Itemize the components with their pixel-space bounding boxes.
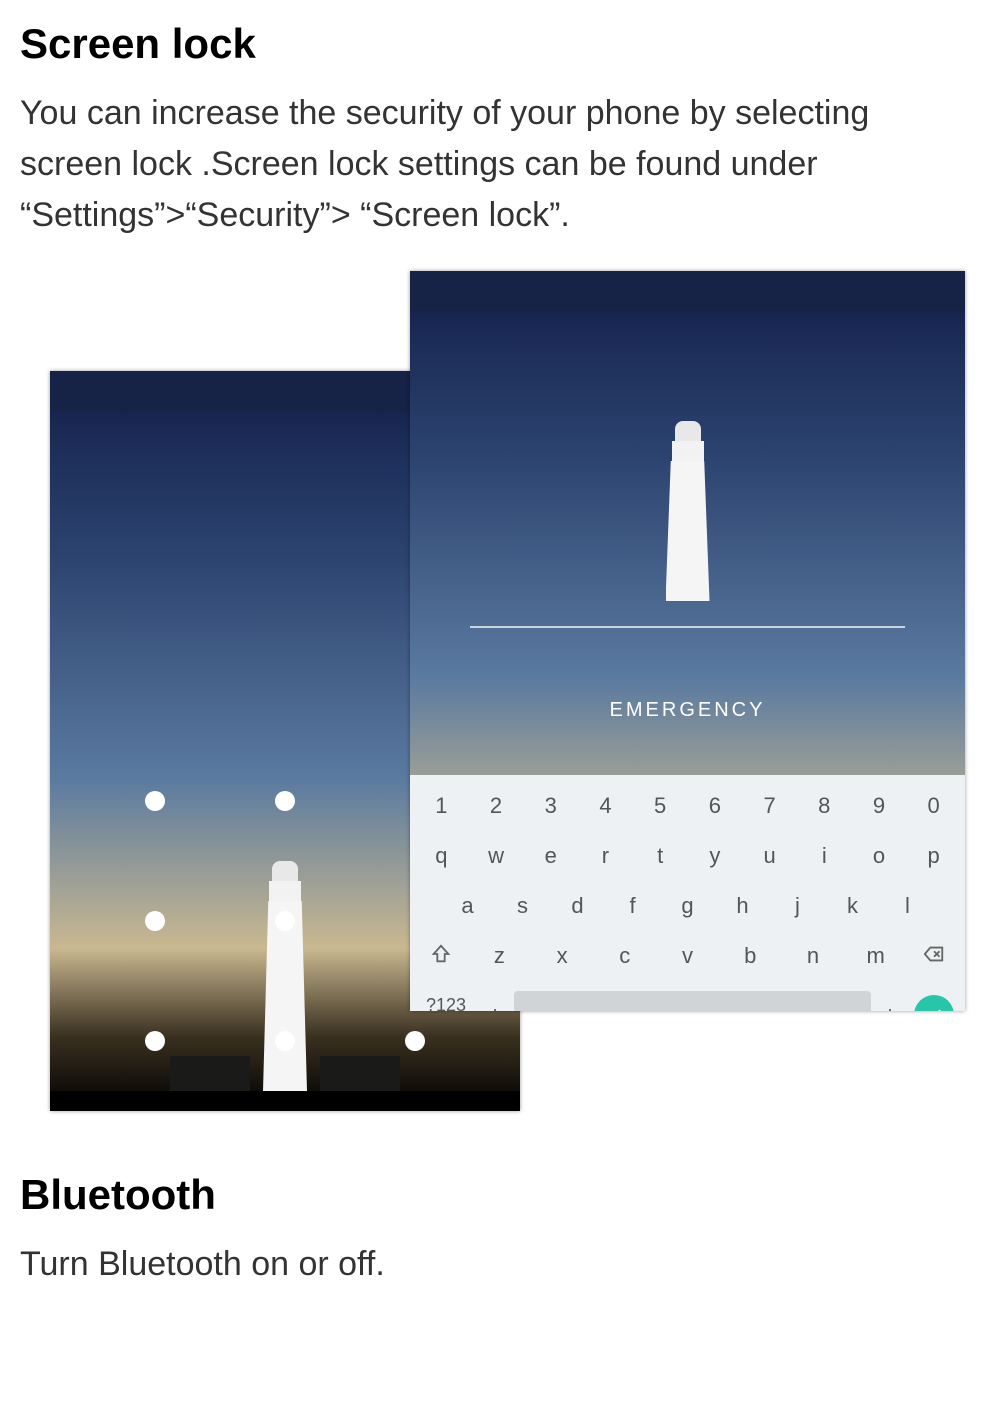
spacebar-key[interactable] [514, 991, 871, 1011]
key-c[interactable]: c [595, 935, 654, 979]
screen-lock-heading: Screen lock [20, 20, 961, 68]
key-s[interactable]: s [497, 885, 548, 927]
symbols-key[interactable]: ?123 [416, 987, 476, 1011]
backspace-key[interactable] [909, 935, 959, 979]
pattern-dot[interactable] [275, 911, 295, 931]
key-g[interactable]: g [662, 885, 713, 927]
key-y[interactable]: y [690, 835, 741, 877]
key-a[interactable]: a [442, 885, 493, 927]
key-i[interactable]: i [799, 835, 850, 877]
key-n[interactable]: n [784, 935, 843, 979]
keyboard-row-mid: a s d f g h j k l [416, 885, 959, 927]
key-l[interactable]: l [882, 885, 933, 927]
key-k[interactable]: k [827, 885, 878, 927]
comma-key[interactable]: , [480, 987, 510, 1011]
key-5[interactable]: 5 [635, 785, 686, 827]
pattern-dot[interactable] [275, 791, 295, 811]
building-graphic [320, 1056, 400, 1096]
key-v[interactable]: v [658, 935, 717, 979]
password-input[interactable] [470, 626, 905, 628]
password-lock-screenshot: EMERGENCY 1 2 3 4 5 6 7 8 9 0 q w [410, 271, 965, 1011]
key-4[interactable]: 4 [580, 785, 631, 827]
key-x[interactable]: x [533, 935, 592, 979]
key-8[interactable]: 8 [799, 785, 850, 827]
key-6[interactable]: 6 [690, 785, 741, 827]
pattern-dot[interactable] [145, 911, 165, 931]
pattern-dot[interactable] [405, 1031, 425, 1051]
keyboard-row-bottom: ?123 , . [416, 987, 959, 1011]
key-b[interactable]: b [721, 935, 780, 979]
key-t[interactable]: t [635, 835, 686, 877]
key-7[interactable]: 7 [744, 785, 795, 827]
screen-lock-screenshots: EMERGENCY EMERGENCY 1 2 3 4 5 6 [20, 271, 961, 1141]
key-3[interactable]: 3 [525, 785, 576, 827]
period-key[interactable]: . [875, 987, 905, 1011]
key-2[interactable]: 2 [471, 785, 522, 827]
key-1[interactable]: 1 [416, 785, 467, 827]
key-0[interactable]: 0 [908, 785, 959, 827]
pattern-dot[interactable] [275, 1031, 295, 1051]
key-m[interactable]: m [846, 935, 905, 979]
screen-lock-description: You can increase the security of your ph… [20, 88, 961, 241]
key-o[interactable]: o [854, 835, 905, 877]
checkmark-icon [914, 995, 954, 1011]
building-graphic [170, 1056, 250, 1096]
key-q[interactable]: q [416, 835, 467, 877]
key-f[interactable]: f [607, 885, 658, 927]
keyboard-row-bot: z x c v b n m [416, 935, 959, 979]
key-9[interactable]: 9 [854, 785, 905, 827]
shift-icon [430, 943, 452, 971]
lighthouse-graphic [663, 421, 713, 601]
key-j[interactable]: j [772, 885, 823, 927]
on-screen-keyboard: 1 2 3 4 5 6 7 8 9 0 q w e r t y [410, 775, 965, 1011]
status-bar [410, 271, 965, 311]
keyboard-row-numbers: 1 2 3 4 5 6 7 8 9 0 [416, 785, 959, 827]
pattern-dot[interactable] [145, 791, 165, 811]
key-u[interactable]: u [744, 835, 795, 877]
key-w[interactable]: w [471, 835, 522, 877]
bluetooth-heading: Bluetooth [20, 1171, 961, 1219]
bluetooth-description: Turn Bluetooth on or off. [20, 1239, 961, 1290]
key-d[interactable]: d [552, 885, 603, 927]
shift-key[interactable] [416, 935, 466, 979]
key-p[interactable]: p [908, 835, 959, 877]
keyboard-row-top: q w e r t y u i o p [416, 835, 959, 877]
pattern-dot[interactable] [145, 1031, 165, 1051]
emergency-button[interactable]: EMERGENCY [410, 699, 965, 722]
key-z[interactable]: z [470, 935, 529, 979]
key-h[interactable]: h [717, 885, 768, 927]
key-e[interactable]: e [525, 835, 576, 877]
key-r[interactable]: r [580, 835, 631, 877]
enter-key[interactable] [909, 987, 959, 1011]
backspace-icon [923, 943, 945, 971]
